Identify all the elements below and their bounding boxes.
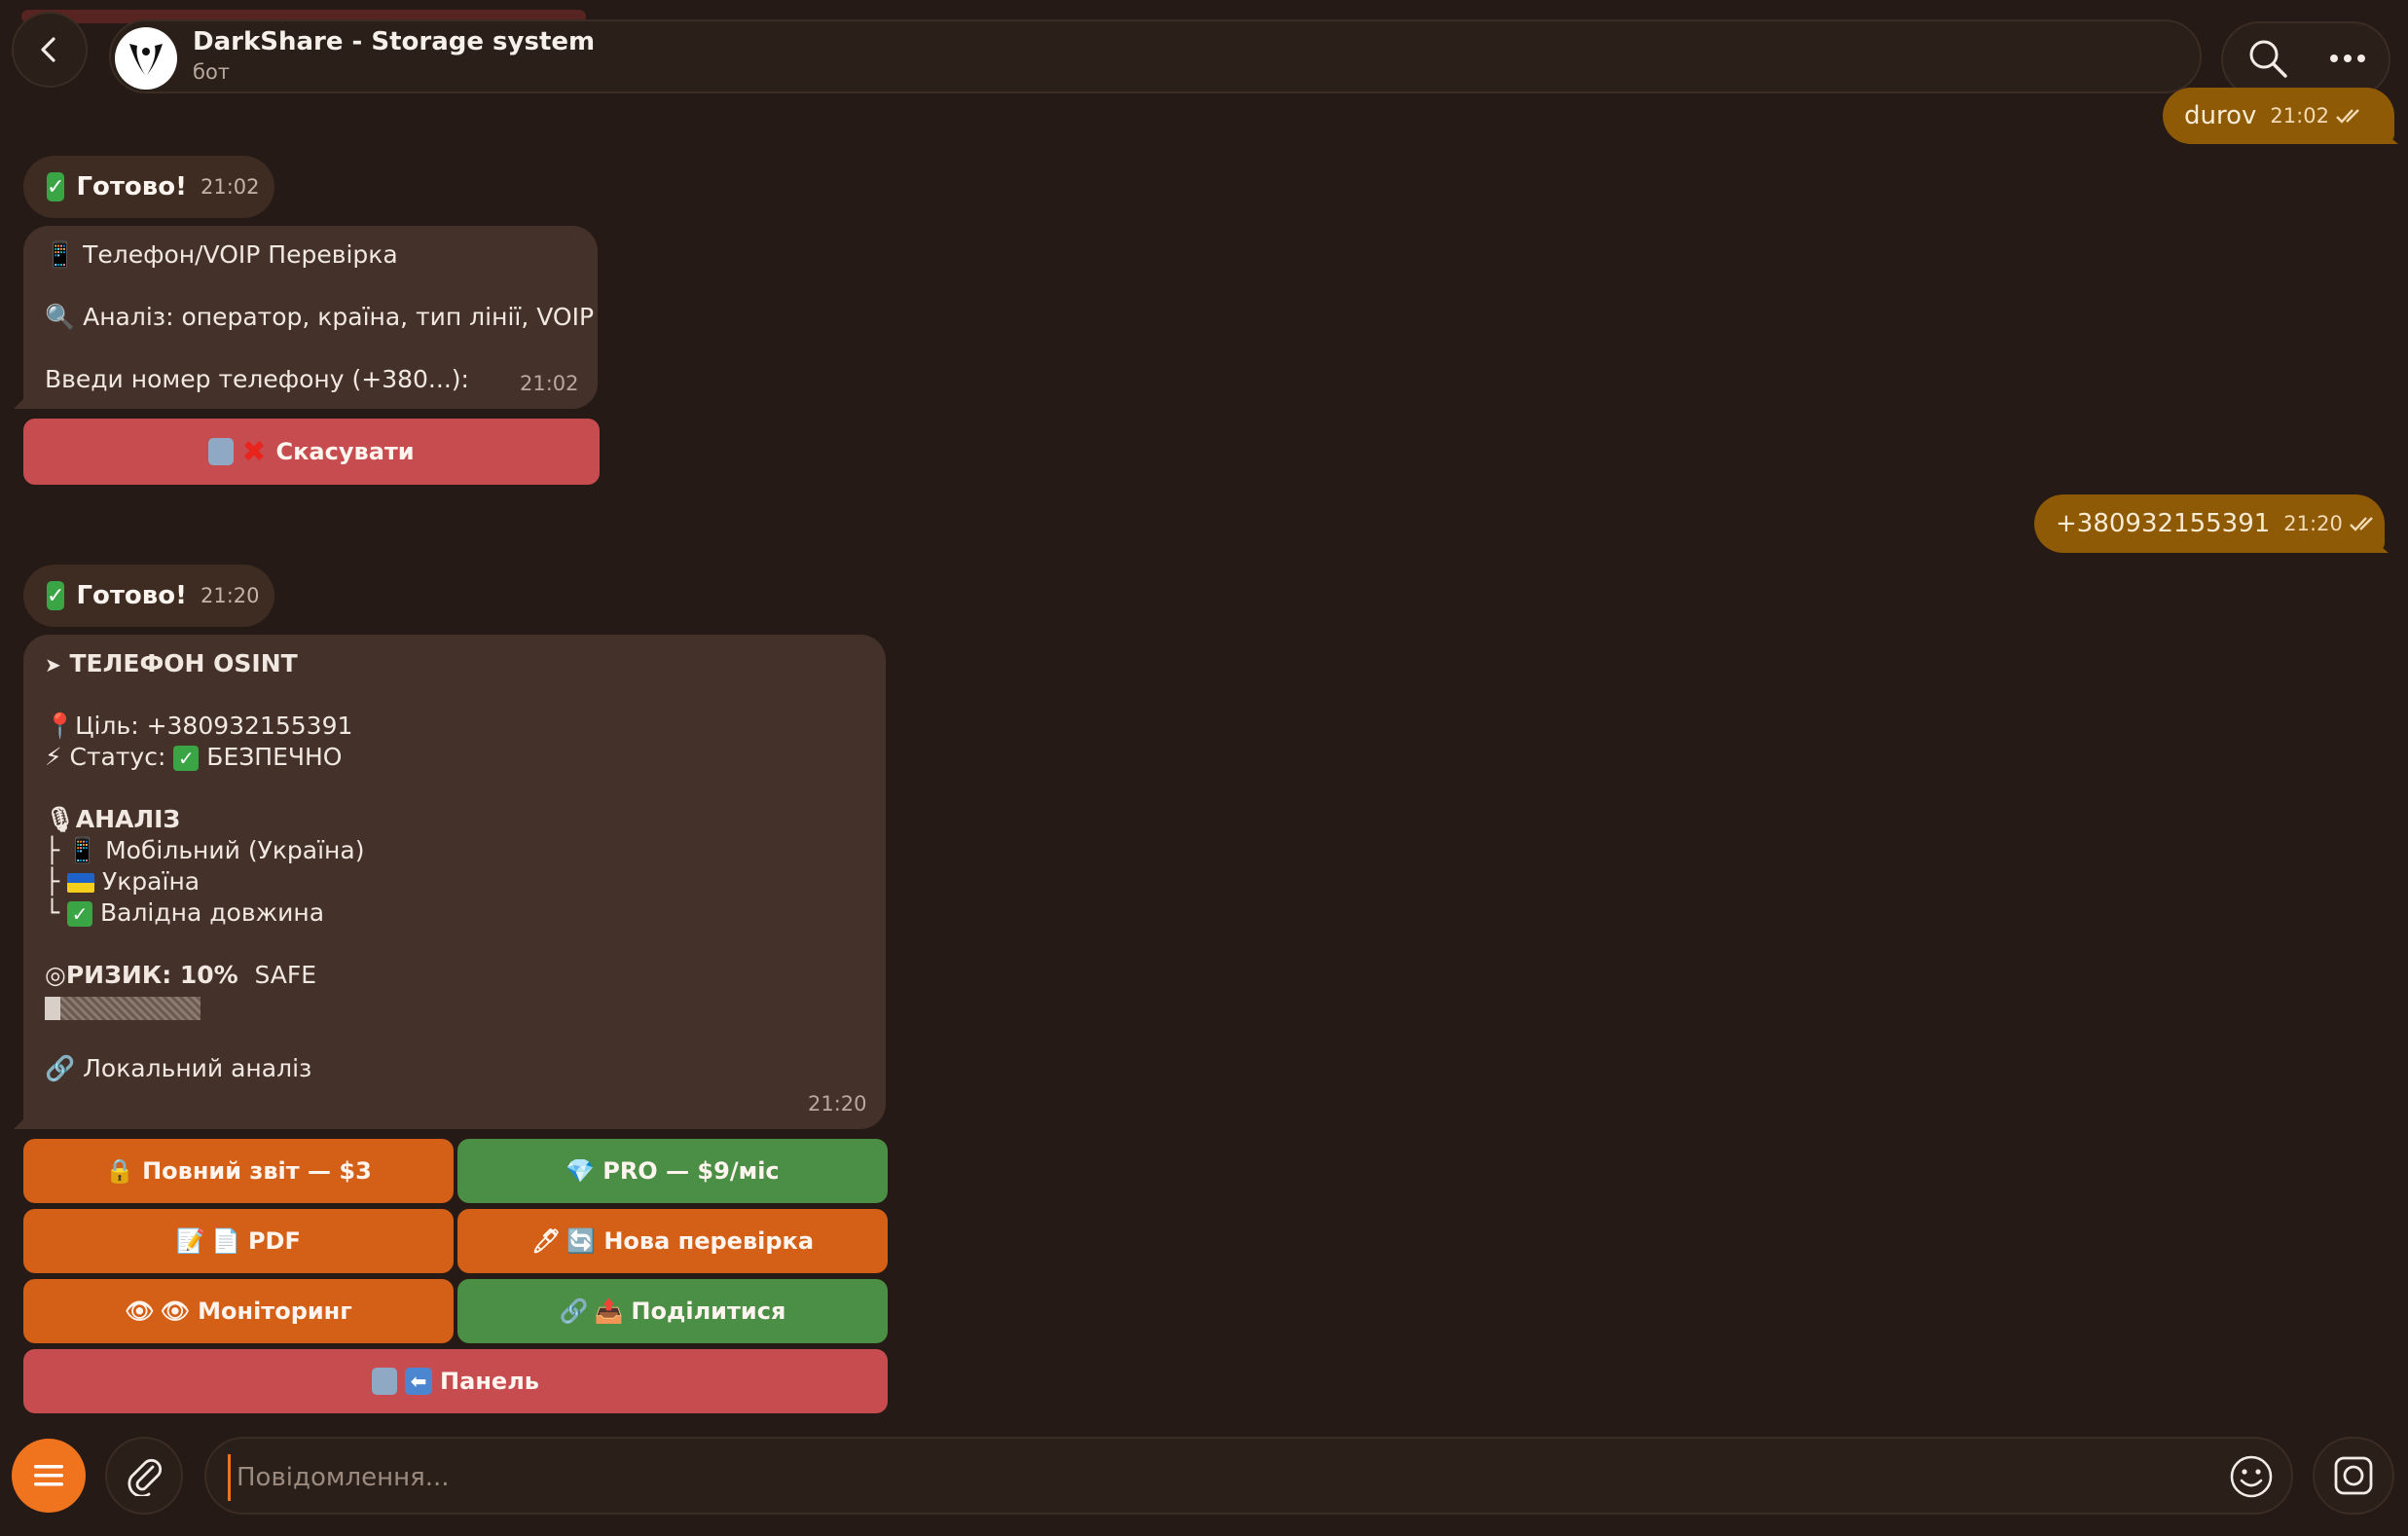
phone-icon: 📱 [67,836,98,864]
refresh-icon: 🔄 [566,1227,597,1255]
smiley-icon [2230,1455,2273,1498]
status-badge: ✓ Готово! 21:20 [23,565,274,627]
camera-icon [2334,1456,2373,1495]
bubble-tail [14,387,35,409]
link-icon: 🔗 [559,1298,589,1325]
attach-button[interactable] [105,1437,183,1515]
message-time: 21:02 [520,372,579,395]
panel-button[interactable]: ⬅ Панель [23,1349,888,1413]
send-arrow-icon: ➤ [45,653,61,677]
double-check-icon [2349,517,2373,531]
menu-button[interactable] [12,1439,86,1513]
status-value: БЕЗПЕЧНО [206,743,343,771]
pin-icon: 📍 [45,712,76,740]
cube-icon [208,438,235,465]
bubble-tail [14,1108,35,1129]
tree-item: Валідна довжина [99,898,325,927]
check-mark-icon: ✓ [47,581,65,610]
report-heading: ТЕЛЕФОН OSINT [69,649,298,677]
memo-icon: 📝 [176,1227,206,1255]
avatar[interactable] [115,27,177,90]
menu-icon [34,1465,63,1486]
back-button[interactable] [12,12,88,88]
risk-state: SAFE [254,961,317,989]
check-mark-icon: ✓ [67,901,93,927]
message-line: Аналіз: оператор, країна, тип лінії, VOI… [83,303,595,331]
bot-logo-icon [129,44,163,75]
message-line: Введи номер телефону (+380...): [45,365,469,393]
diamond-icon: 💎 [566,1157,596,1185]
camera-button[interactable] [2313,1437,2394,1515]
eye-icon: 👁 [125,1298,155,1325]
lightning-icon: ⚡ [45,743,62,771]
chat-subtitle: бот [193,60,231,84]
pdf-button[interactable]: 📝 📄 PDF [23,1209,454,1273]
cancel-button[interactable]: ✖ Скасувати [23,419,600,485]
risk-bar-fill [45,997,60,1020]
cube-icon [372,1368,398,1395]
message-time: 21:02 [2270,104,2329,128]
document-icon: 📄 [211,1227,240,1255]
full-report-button[interactable]: 🔒 Повний звіт — $3 [23,1139,454,1203]
pen-icon: 🖊 [530,1227,562,1255]
message-time: 21:20 [808,1092,867,1115]
search-icon [2249,40,2287,78]
more-dots-icon [2330,55,2365,62]
status-badge: ✓ Готово! 21:02 [23,156,274,218]
bubble-tail [2375,125,2398,144]
paperclip-icon [128,1458,163,1496]
cross-icon: ✖ [241,434,267,469]
double-check-icon [2336,109,2359,124]
link-icon: 🔗 [45,1054,76,1082]
local-analysis: Локальний аналіз [83,1054,312,1082]
risk-label: РИЗИК: 10% [65,961,238,989]
message-text: durov [2184,101,2257,130]
message-input[interactable] [228,1454,2088,1501]
eye-icon: 👁 [160,1298,191,1325]
microphone-icon: 🎙 [45,805,76,833]
shield-check-icon: ◎ [45,961,66,989]
message-time: 21:20 [2283,512,2343,535]
message-text: +380932155391 [2056,509,2271,538]
share-button[interactable]: 🔗 📤 Поділитися [457,1279,888,1343]
check-mark-icon: ✓ [173,746,200,771]
phone-icon: 📱 [45,240,76,269]
osint-report-message[interactable]: ➤ ТЕЛЕФОН OSINT 📍Ціль: +380932155391 ⚡ С… [23,635,886,1129]
monitoring-button[interactable]: 👁 👁 Моніторинг [23,1279,454,1343]
new-check-button[interactable]: 🖊 🔄 Нова перевірка [457,1209,888,1273]
inbox-icon: 📤 [594,1298,624,1325]
tree-item: Мобільний (Україна) [105,836,365,864]
message-composer [204,1437,2293,1515]
magnifier-icon: 🔍 [45,303,76,331]
more-button[interactable] [2320,29,2375,88]
message-line: Телефон/VOIP Перевірка [83,240,398,269]
check-mark-icon: ✓ [47,172,65,201]
chevron-left-icon [41,37,55,62]
report-target: Ціль: +380932155391 [75,712,353,740]
risk-bar [45,997,201,1020]
chat-title: DarkShare - Storage system [193,27,596,56]
bot-message[interactable]: 📱 Телефон/VOIP Перевірка 🔍 Аналіз: опера… [23,226,598,409]
emoji-button[interactable] [2225,1450,2278,1503]
search-button[interactable] [2241,29,2295,88]
back-arrow-icon: ⬅ [405,1368,433,1395]
outgoing-message[interactable]: durov 21:02 [2163,88,2394,144]
outgoing-message[interactable]: +380932155391 21:20 [2034,494,2385,553]
ukraine-flag-icon [67,873,95,893]
lock-icon: 🔒 [105,1157,135,1185]
pro-button[interactable]: 💎 PRO — $9/міс [457,1139,888,1203]
bubble-tail [2365,533,2389,553]
tree-item: Україна [101,867,201,896]
analysis-heading: АНАЛІЗ [75,805,181,833]
